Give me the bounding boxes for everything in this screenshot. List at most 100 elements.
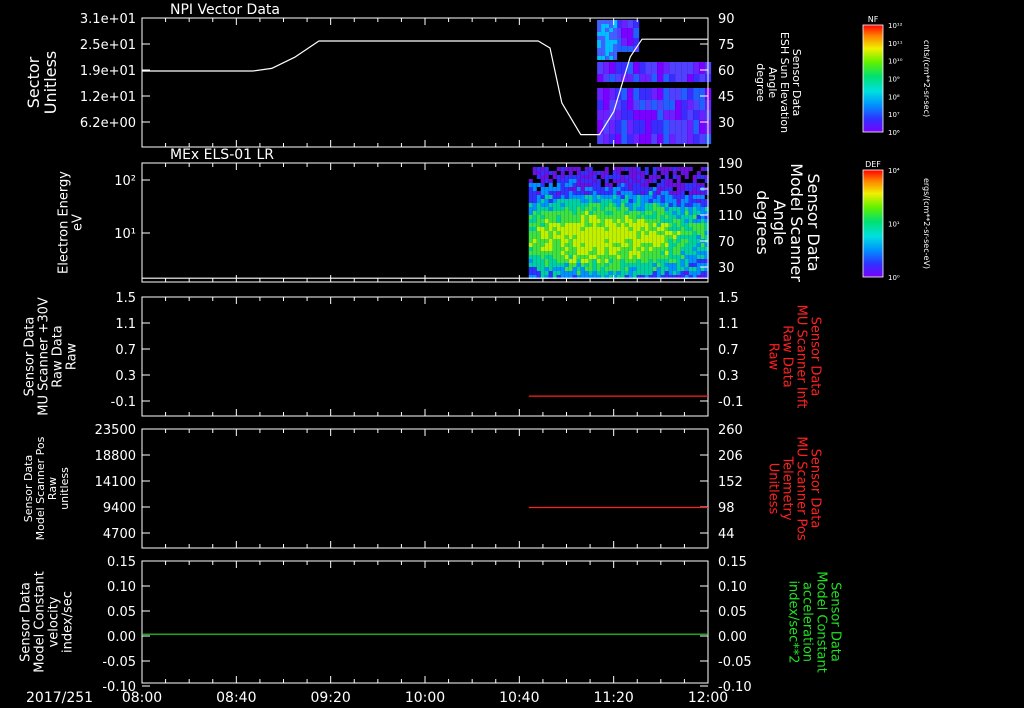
spectrogram-cell — [564, 227, 569, 231]
spectrogram-cell — [628, 239, 633, 243]
spectrogram-cell — [632, 207, 637, 211]
spectrogram-cell — [640, 263, 645, 267]
spectrogram-cell — [696, 227, 701, 231]
spectrogram-cell — [584, 187, 589, 191]
spectrogram-cell — [620, 215, 625, 219]
spectrogram-cell — [564, 259, 569, 263]
spectrogram-cell — [576, 195, 581, 199]
spectrogram-cell — [676, 243, 681, 247]
colorbar-title: NF — [868, 15, 879, 24]
spectrogram-cell — [592, 239, 597, 243]
y-tick-label-right: 30 — [718, 261, 735, 276]
spectrogram-cell — [572, 215, 577, 219]
spectrogram-cell — [657, 74, 664, 82]
spectrogram-cell — [592, 255, 597, 259]
spectrogram-cell — [536, 247, 541, 251]
spectrogram-cell — [684, 175, 689, 179]
spectrogram-cell — [604, 219, 609, 223]
spectrogram-cell — [600, 219, 605, 223]
spectrogram-cell — [636, 247, 641, 251]
spectrogram-cell — [652, 271, 657, 275]
spectrogram-cell — [648, 271, 653, 275]
spectrogram-cell — [612, 207, 617, 211]
spectrogram-cell — [552, 227, 557, 231]
spectrogram-cell — [621, 110, 628, 120]
spectrogram-cell — [668, 235, 673, 239]
spectrogram-cell — [605, 28, 610, 32]
y-tick-label-left: -0.1 — [111, 395, 136, 410]
spectrogram-cell — [700, 231, 705, 235]
spectrogram-cell — [616, 167, 621, 171]
spectrogram-cell — [616, 235, 621, 239]
spectrogram-cell — [528, 235, 533, 239]
spectrogram-cell — [536, 243, 541, 247]
spectrogram-cell — [604, 251, 609, 255]
spectrogram-cell — [609, 40, 614, 44]
spectrogram-cell — [612, 175, 617, 179]
spectrogram-cell — [540, 175, 545, 179]
spectrogram-cell — [656, 267, 661, 271]
spectrogram-cell — [672, 183, 677, 187]
spectrogram-cell — [636, 243, 641, 247]
spectrogram-cell — [628, 179, 633, 183]
spectrogram-cell — [615, 120, 622, 134]
spectrogram-cell — [696, 219, 701, 223]
spectrogram-cell — [592, 259, 597, 263]
spectrogram-cell — [576, 223, 581, 227]
spectrogram-cell — [627, 28, 634, 38]
y-tick-label-right: 0.05 — [718, 605, 747, 620]
spectrogram-cell — [596, 203, 601, 207]
spectrogram-cell — [684, 215, 689, 219]
spectrogram-cell — [680, 167, 685, 171]
panel-title: MEx ELS-01 LR — [170, 147, 274, 163]
spectrogram-cell — [616, 215, 621, 219]
spectrogram-cell — [592, 199, 597, 203]
spectrogram-cell — [608, 175, 613, 179]
spectrogram-cell — [601, 44, 606, 48]
colorbar-unit: ergs/(cm**2-sr-sec-eV) — [922, 178, 931, 269]
spectrogram-cell — [620, 207, 625, 211]
spectrogram-cell — [528, 263, 533, 267]
spectrogram-cell — [620, 191, 625, 195]
spectrogram-cell — [692, 179, 697, 183]
spectrogram-cell — [552, 191, 557, 195]
spectrogram-cell — [564, 255, 569, 259]
spectrogram-cell — [676, 195, 681, 199]
spectrogram-cell — [692, 259, 697, 263]
spectrogram-cell — [560, 231, 565, 235]
spectrogram-cell — [699, 62, 706, 74]
spectrogram-cell — [620, 199, 625, 203]
spectrogram-cell — [696, 171, 701, 175]
spectrogram-cell — [544, 175, 549, 179]
spectrogram-cell — [700, 267, 705, 271]
spectrogram-cell — [624, 231, 629, 235]
spectrogram-cell — [664, 259, 669, 263]
spectrogram-cell — [696, 199, 701, 203]
spectrogram-cell — [615, 134, 622, 144]
spectrogram-cell — [540, 207, 545, 211]
spectrogram-cell — [672, 199, 677, 203]
spectrogram-cell — [693, 74, 700, 82]
colorbar-gradient — [862, 24, 884, 133]
spectrogram-cell — [672, 247, 677, 251]
spectrogram-cell — [692, 187, 697, 191]
spectrogram-cell — [688, 263, 693, 267]
spectrogram-cell — [544, 187, 549, 191]
y-tick-label-left: 1.5 — [115, 291, 136, 306]
spectrogram-cell — [612, 187, 617, 191]
spectrogram-cell — [688, 191, 693, 195]
spectrogram-cell — [672, 191, 677, 195]
spectrogram-cell — [680, 259, 685, 263]
spectrogram-cell — [656, 243, 661, 247]
spectrogram-cell — [604, 203, 609, 207]
spectrogram-cell — [604, 267, 609, 271]
spectrogram-cell — [648, 239, 653, 243]
spectrogram-cell — [652, 171, 657, 175]
spectrogram-cell — [597, 40, 602, 44]
spectrogram-cell — [609, 28, 614, 32]
spectrogram-cell — [640, 191, 645, 195]
spectrogram-cell — [636, 211, 641, 215]
spectrogram-cell — [572, 259, 577, 263]
spectrogram-cell — [600, 187, 605, 191]
spectrogram-cell — [616, 175, 621, 179]
